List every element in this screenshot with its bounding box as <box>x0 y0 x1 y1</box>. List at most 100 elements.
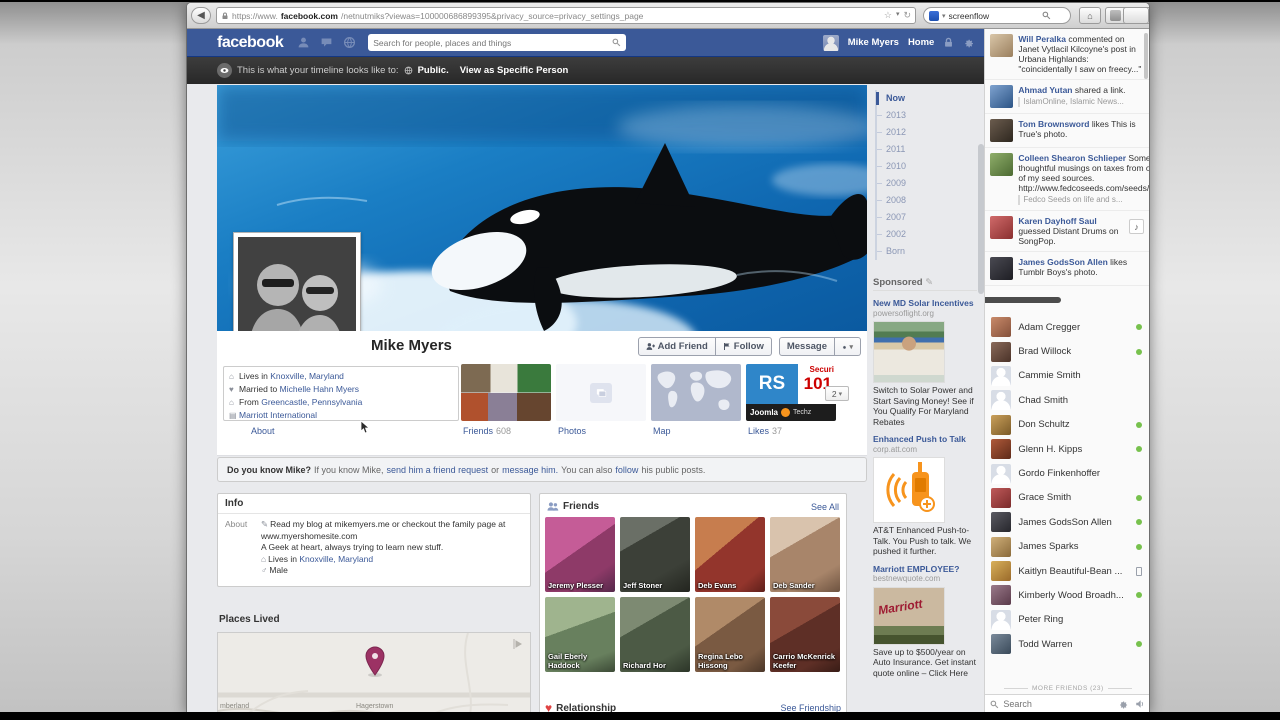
about-link[interactable]: About <box>251 426 275 436</box>
notifications-icon[interactable] <box>343 36 356 49</box>
url-dropdown-icon[interactable]: ▾ <box>896 10 900 21</box>
ticker-story[interactable]: Karen Dayhoff Saul guessed Distant Drums… <box>985 211 1149 252</box>
ticker-attachment[interactable]: Fedco Seeds on life and s... <box>1018 195 1149 205</box>
friend-tile[interactable]: Deb Evans <box>695 517 765 592</box>
chat-friend[interactable]: Glenn H. Kipps <box>985 437 1149 461</box>
browser-search-input[interactable] <box>949 11 1039 21</box>
search-icon[interactable] <box>612 38 621 47</box>
lives-in-link[interactable]: Knoxville, Maryland <box>299 554 373 564</box>
message-button[interactable]: Message <box>779 337 835 356</box>
chat-settings-icon[interactable] <box>1118 699 1128 709</box>
ticker-resize-handle[interactable] <box>985 297 1061 303</box>
timeline-year-now[interactable]: Now <box>886 90 984 107</box>
search-engine-icon[interactable] <box>929 11 939 21</box>
timeline-year-born[interactable]: Born <box>886 243 984 260</box>
ad-solar[interactable]: New MD Solar Incentives powersoflight.or… <box>873 298 977 427</box>
summary-lives-link[interactable]: Knoxville, Maryland <box>270 371 344 381</box>
chat-friend[interactable]: Chad Smith <box>985 388 1149 412</box>
ticker-story[interactable]: Tom Brownsword likes This is True's phot… <box>985 114 1149 148</box>
chat-friend[interactable]: Kaitlyn Beautiful-Bean ... <box>985 559 1149 583</box>
summary-hometown-link[interactable]: Greencastle, Pennsylvania <box>261 397 362 407</box>
chat-friend[interactable]: Brad Willock <box>985 339 1149 363</box>
settings-gear-icon[interactable] <box>963 37 974 48</box>
friend-request-link[interactable]: send him a friend request <box>387 465 489 475</box>
friend-tile[interactable]: Jeremy Plesser <box>545 517 615 592</box>
likes-tile-label[interactable]: Likes37 <box>748 426 782 436</box>
timeline-year[interactable]: 2002 <box>886 226 984 243</box>
map-tile-label[interactable]: Map <box>653 426 671 436</box>
reload-icon[interactable]: ↻ <box>903 10 911 21</box>
friend-tile[interactable]: Jeff Stoner <box>620 517 690 592</box>
chat-friend[interactable]: James GodsSon Allen <box>985 510 1149 534</box>
friend-tile[interactable]: Richard Hor <box>620 597 690 672</box>
chat-search-input[interactable] <box>1003 699 1089 709</box>
message-him-link[interactable]: message him. <box>502 465 558 475</box>
see-all-link[interactable]: See All <box>811 502 839 512</box>
chat-friend[interactable]: Peter Ring <box>985 608 1149 632</box>
nav-profile-name[interactable]: Mike Myers <box>848 37 899 48</box>
summary-work-link[interactable]: Marriott International <box>239 410 317 420</box>
timeline-year[interactable]: 2013 <box>886 107 984 124</box>
url-bar[interactable]: https://www.facebook.com/netnutmiks?view… <box>216 7 916 24</box>
places-lived-map[interactable]: Hagerstown mberland <box>217 632 531 712</box>
viewas-audience[interactable]: Public. <box>418 65 449 76</box>
follow-link[interactable]: follow <box>615 465 638 475</box>
timeline-year[interactable]: 2012 <box>886 124 984 141</box>
privacy-shortcuts-icon[interactable] <box>943 37 954 48</box>
more-sections-button[interactable]: 2▾ <box>825 386 849 401</box>
ticker-attachment[interactable]: IslamOnline, Islamic News... <box>1018 97 1125 107</box>
timeline-year[interactable]: 2011 <box>886 141 984 158</box>
sponsored-edit-icon[interactable]: ✎ <box>925 277 933 288</box>
ticker-story[interactable]: Ahmad Yutan shared a link. IslamOnline, … <box>985 80 1149 114</box>
likes-tile[interactable]: RS Securi 101 Joomla Techz <box>746 364 836 421</box>
nav-home-link[interactable]: Home <box>908 37 934 48</box>
chat-search-bar[interactable] <box>985 694 1149 712</box>
chat-friend[interactable]: Gordo Finkenhoffer <box>985 461 1149 485</box>
photos-tile-label[interactable]: Photos <box>558 426 586 436</box>
facebook-search[interactable] <box>368 34 626 51</box>
chat-friend[interactable]: Adam Cregger <box>985 315 1149 339</box>
summary-spouse-link[interactable]: Michelle Hahn Myers <box>280 384 359 394</box>
ticker-story[interactable]: Colleen Shearon Schlieper Some thoughtfu… <box>985 148 1149 211</box>
friend-tile[interactable]: Deb Sander <box>770 517 840 592</box>
bookmark-star-icon[interactable]: ☆ <box>884 10 892 21</box>
chat-friend[interactable]: James Sparks <box>985 535 1149 559</box>
view-as-specific-person-button[interactable]: View as Specific Person <box>460 65 569 76</box>
page-scrollbar[interactable] <box>978 144 984 294</box>
see-friendship-link[interactable]: See Friendship <box>780 703 841 712</box>
profile-options-button[interactable]: ▾ <box>835 337 861 356</box>
friend-tile[interactable]: Gail Eberly Haddock <box>545 597 615 672</box>
ad-att[interactable]: Enhanced Push to Talk corp.att.com <box>873 434 977 557</box>
friends-tile[interactable] <box>461 364 551 421</box>
chat-friend[interactable]: Kimberly Wood Broadh... <box>985 583 1149 607</box>
photos-tile[interactable] <box>556 364 646 421</box>
ad-marriott[interactable]: Marriott EMPLOYEE? bestnewquote.com Marr… <box>873 564 977 679</box>
ticker-story[interactable]: James GodsSon Allen likes Tumblr Boys's … <box>985 252 1149 286</box>
home-button[interactable]: ⌂ <box>1079 7 1101 24</box>
back-button[interactable]: ◀ <box>191 7 211 24</box>
messages-icon[interactable] <box>320 36 333 49</box>
chat-friend[interactable]: Don Schultz <box>985 413 1149 437</box>
chat-friend[interactable]: Grace Smith <box>985 486 1149 510</box>
friend-requests-icon[interactable] <box>297 36 310 49</box>
engine-dropdown-icon[interactable]: ▾ <box>942 12 946 20</box>
follow-button[interactable]: Follow <box>716 337 772 356</box>
timeline-year[interactable]: 2008 <box>886 192 984 209</box>
facebook-logo[interactable]: facebook <box>217 34 283 52</box>
friend-tile[interactable]: Regina Lebo Hissong <box>695 597 765 672</box>
search-icon[interactable] <box>1042 11 1051 20</box>
chat-friend[interactable]: Todd Warren <box>985 632 1149 656</box>
chat-friend[interactable]: Cammie Smith <box>985 364 1149 388</box>
add-friend-button[interactable]: Add Friend <box>638 337 716 356</box>
friends-tile-label[interactable]: Friends608 <box>463 426 511 436</box>
friend-tile[interactable]: Carrio McKenrick Keefer <box>770 597 840 672</box>
chat-sound-icon[interactable] <box>1135 699 1145 709</box>
ticker-scrollbar[interactable] <box>1144 33 1148 79</box>
timeline-year[interactable]: 2007 <box>886 209 984 226</box>
facebook-search-input[interactable] <box>373 38 612 48</box>
timeline-year[interactable]: 2009 <box>886 175 984 192</box>
browser-search[interactable]: ▾ <box>923 7 1071 24</box>
ticker-story[interactable]: Will Peralka commented on Janet Vytlacil… <box>985 29 1149 80</box>
profile-avatar[interactable] <box>823 35 839 51</box>
map-tile[interactable] <box>651 364 741 421</box>
